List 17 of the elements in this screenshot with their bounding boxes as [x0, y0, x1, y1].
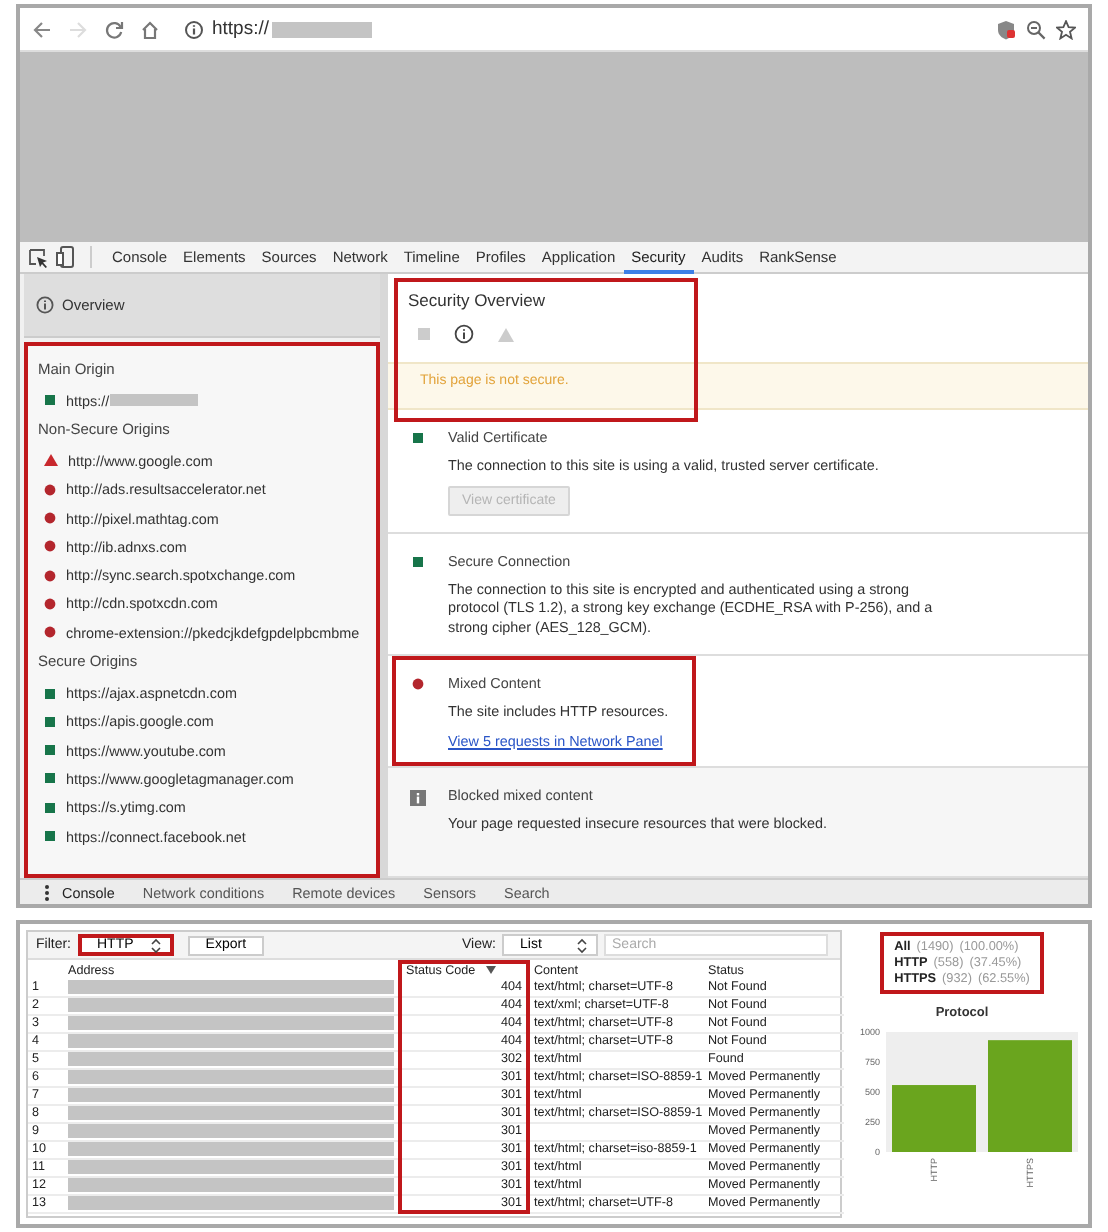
info-icon: [184, 19, 204, 39]
url-text: https://: [212, 18, 270, 40]
panel-title: Security Overview: [408, 290, 547, 310]
back-arrow-icon[interactable]: [32, 19, 52, 39]
device-icon[interactable]: [56, 246, 74, 268]
shield-icon[interactable]: [998, 19, 1016, 39]
warning-triangle-icon: [498, 327, 514, 341]
zoom-icon[interactable]: [1026, 19, 1046, 39]
reload-icon[interactable]: [104, 19, 124, 39]
chevron-icon: [576, 937, 589, 953]
more-options-icon[interactable]: [44, 883, 50, 901]
star-icon[interactable]: [1056, 19, 1076, 39]
home-icon[interactable]: [140, 19, 160, 39]
info-icon: [36, 296, 54, 314]
info-icon: [454, 324, 474, 344]
inspect-cursor-icon[interactable]: [28, 247, 48, 267]
chevron-icon: [149, 937, 162, 953]
